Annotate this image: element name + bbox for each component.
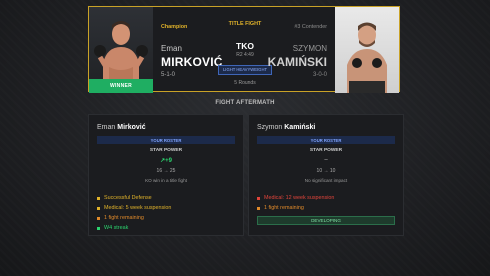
panel-first-name: Szymon <box>257 124 283 131</box>
panel-last-name: Kamiński <box>284 124 316 131</box>
bullet-icon <box>97 216 100 220</box>
winner-portrait: WINNER <box>89 7 153 93</box>
bullet-icon <box>257 206 260 210</box>
fight-rounds: 5 Rounds <box>234 80 256 86</box>
star-power-note: No significant impact <box>304 178 348 183</box>
developing-status-badge: DEVELOPING <box>257 216 395 225</box>
champion-tag: Champion <box>161 24 188 30</box>
loser-first-name: SZYMON <box>292 44 327 53</box>
winner-badge: WINNER <box>89 79 153 93</box>
bullet-icon <box>257 196 260 200</box>
fight-info: TITLE FIGHT TKO R2 4:49 LIGHT HEAVYWEIGH… <box>217 21 273 86</box>
fighter-silhouette-icon <box>347 22 387 93</box>
roster-badge: YOUR ROSTER <box>97 136 235 144</box>
roster-badge: YOUR ROSTER <box>257 136 395 144</box>
contender-tag: #3 Contender <box>294 24 327 30</box>
star-power-change: ↗+9 <box>160 158 172 164</box>
loser-record: 3-0-0 <box>312 72 327 78</box>
star-power-range: 10 → 10 <box>316 168 336 174</box>
fight-round-time: R2 4:49 <box>236 52 254 58</box>
outcome-list: Successful Defense Medical: 5 week suspe… <box>97 193 171 233</box>
weight-class-badge: LIGHT HEAVYWEIGHT <box>217 64 273 75</box>
fight-result-card: WINNER Champion Eman MIRKOVIĆ 5-1-0 TITL… <box>88 6 400 93</box>
star-power-note: KO win in a title fight <box>145 178 187 183</box>
fight-aftermath-title: FIGHT AFTERMATH <box>215 100 275 106</box>
star-power-label: STAR POWER <box>309 148 343 153</box>
star-power-change: – <box>324 157 328 163</box>
bullet-icon <box>97 206 100 210</box>
panel-first-name: Eman <box>97 124 116 131</box>
list-item: 1 fight remaining <box>257 203 334 213</box>
star-power-range: 16 → 25 <box>156 168 176 174</box>
list-item: Medical: 5 week suspension <box>97 203 171 213</box>
bullet-icon <box>97 196 100 200</box>
star-power-label: STAR POWER <box>149 148 183 153</box>
winner-aftermath-panel: Eman Mirković YOUR ROSTER STAR POWER ↗+9… <box>88 114 244 236</box>
fight-method: TKO <box>236 41 254 51</box>
loser-aftermath-panel: Szymon Kamiński YOUR ROSTER STAR POWER –… <box>248 114 404 236</box>
list-item: 1 fight remaining <box>97 213 171 223</box>
panel-fighter-name: Eman Mirković <box>97 124 146 131</box>
loser-portrait <box>335 7 399 93</box>
outcome-list: Medical: 12 week suspension 1 fight rema… <box>257 193 334 213</box>
list-item: Medical: 12 week suspension <box>257 193 334 203</box>
loser-last-name: KAMIŃSKI <box>267 55 327 69</box>
panel-fighter-name: Szymon Kamiński <box>257 124 315 131</box>
winner-last-name: MIRKOVIĆ <box>161 55 223 69</box>
winner-first-name: Eman <box>161 44 182 53</box>
bullet-icon <box>97 226 100 230</box>
list-item: W4 streak <box>97 223 171 233</box>
panel-last-name: Mirković <box>117 124 146 131</box>
winner-record: 5-1-0 <box>161 72 176 78</box>
list-item: Successful Defense <box>97 193 171 203</box>
title-fight-label: TITLE FIGHT <box>228 21 262 27</box>
